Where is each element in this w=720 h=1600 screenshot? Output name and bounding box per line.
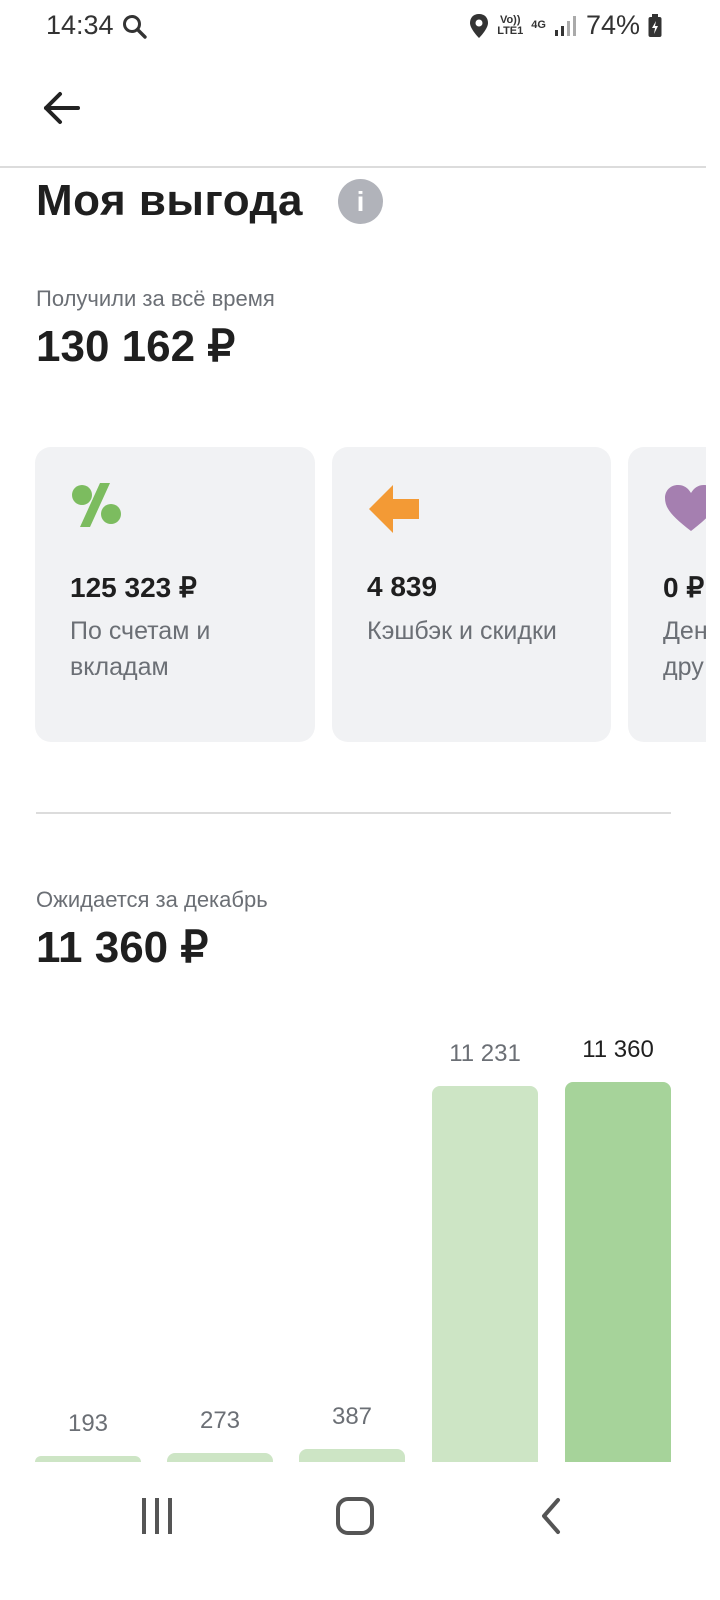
chart-value-label: 273 [199,1407,241,1434]
location-icon [470,13,489,38]
back-arrow-icon[interactable] [40,86,84,130]
status-icons: Vo)) LTE1 4G 74% [469,10,662,41]
percent-icon [72,483,121,527]
signal-icon [554,15,576,36]
card-value: 4 839 [367,571,438,602]
chart-value-label: 193 [67,1410,109,1437]
card-description: Ден дру [663,617,706,681]
status-time: 14:34 [46,10,114,40]
expected-amount: 11 360 ₽ [36,923,209,972]
card-cashback[interactable]: 4 839 Кэшбэк и скидки [332,447,611,742]
chart-bar [432,1086,538,1462]
recent-apps-icon[interactable] [138,1496,176,1536]
section-divider [36,812,671,814]
chart-bar [167,1453,273,1462]
card-gifts[interactable]: 0 ₽ Ден дру [628,447,706,742]
chart-value-label: 387 [331,1403,373,1430]
card-value: 125 323 ₽ [70,572,197,603]
network-type: 4G [531,19,546,31]
heart-icon [665,485,706,531]
search-icon [123,15,147,39]
total-amount: 130 162 ₽ [36,322,236,371]
card-value: 0 ₽ [663,572,705,603]
battery-icon [648,13,662,37]
expected-label: Ожидается за декабрь [36,887,268,912]
chart-value-label: 11 231 [449,1040,521,1067]
header-divider [0,166,706,168]
card-description: По счетам и вкладам [70,617,211,681]
card-description: Кэшбэк и скидки [367,617,557,645]
chart-bar [35,1456,141,1462]
arrow-left-icon [369,485,419,533]
chart-value-label: 11 360 [582,1036,654,1063]
monthly-bar-chart: 193 273 387 11 231 11 360 [0,1000,720,1462]
page-title: Моя выгода [36,176,303,225]
info-icon[interactable]: i [338,179,383,224]
chart-bar [299,1449,405,1462]
nav-back-icon[interactable] [536,1496,566,1536]
chart-bar [565,1082,671,1462]
card-accounts[interactable]: 125 323 ₽ По счетам и вкладам [35,447,315,742]
total-label: Получили за всё время [36,286,275,311]
volte-indicator: Vo)) LTE1 [497,13,524,37]
home-icon[interactable] [334,1495,376,1537]
battery-percent: 74% [585,10,640,40]
